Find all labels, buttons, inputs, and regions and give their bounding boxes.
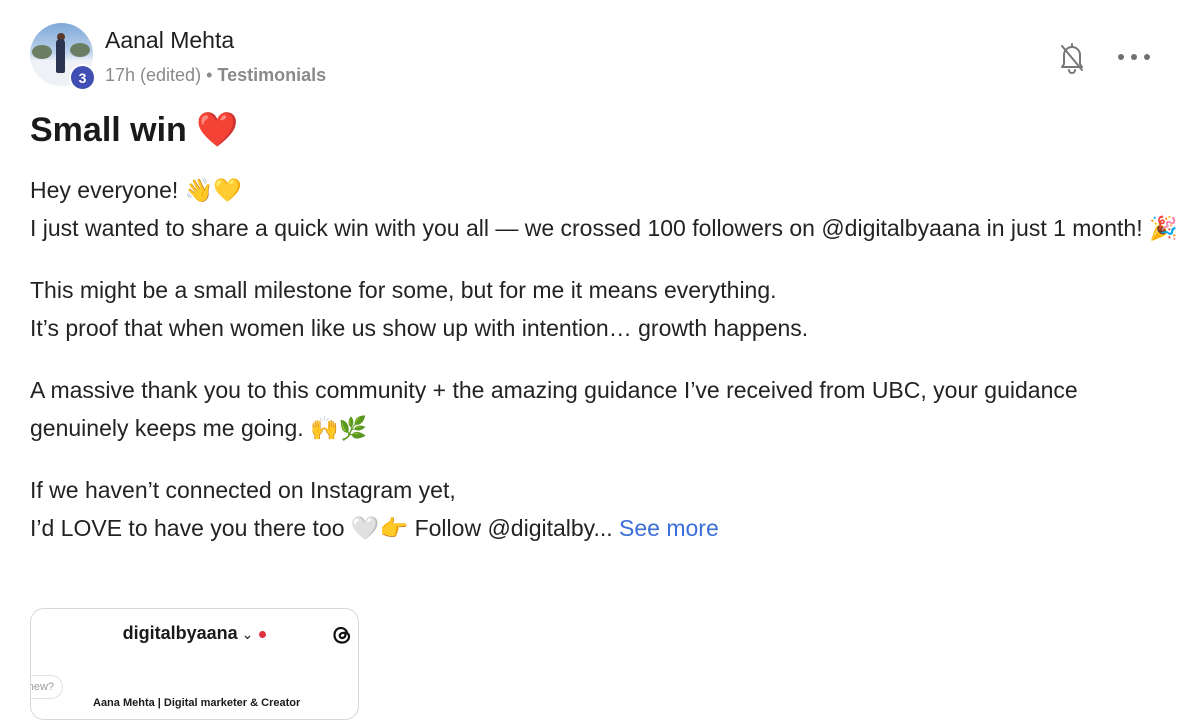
- paragraph-4: If we haven’t connected on Instagram yet…: [30, 471, 1180, 547]
- meta-separator: •: [206, 65, 213, 85]
- author-name[interactable]: Aanal Mehta: [105, 27, 234, 54]
- see-more-link[interactable]: See more: [619, 515, 719, 541]
- paragraph-1: Hey everyone! 👋💛 I just wanted to share …: [30, 171, 1180, 247]
- paragraph-2-line-1: This might be a small milestone for some…: [30, 277, 777, 303]
- notification-dot: [259, 630, 267, 638]
- paragraph-3: A massive thank you to this community + …: [30, 371, 1180, 447]
- avatar-tree: [70, 43, 90, 57]
- ig-handle: digitalbyaana ⌄: [31, 623, 358, 644]
- threads-icon: [330, 623, 354, 647]
- chevron-down-icon: ⌄: [241, 626, 254, 642]
- post-meta: 17h (edited) • Testimonials: [105, 65, 326, 86]
- paragraph-4-line-1: If we haven’t connected on Instagram yet…: [30, 477, 456, 503]
- level-badge: 3: [69, 64, 96, 91]
- more-options-button[interactable]: [1118, 44, 1150, 70]
- attachment-image-card[interactable]: digitalbyaana ⌄ new? Aana Mehta | Digital…: [30, 608, 359, 720]
- avatar-tree: [32, 45, 52, 59]
- paragraph-3-line-1: A massive thank you to this community + …: [30, 377, 1078, 441]
- note-bubble: new?: [31, 675, 63, 699]
- post-time: 17h (edited): [105, 65, 202, 85]
- ig-bio: Aana Mehta | Digital marketer & Creator: [93, 697, 301, 709]
- ig-handle-text: digitalbyaana: [122, 623, 238, 643]
- more-dot: [1144, 54, 1150, 60]
- more-dot: [1118, 54, 1124, 60]
- avatar-person: [56, 39, 65, 73]
- post-body: Hey everyone! 👋💛 I just wanted to share …: [30, 171, 1180, 571]
- paragraph-4-line-2: I’d LOVE to have you there too 🤍👉 Follow…: [30, 515, 613, 541]
- paragraph-1-line-1: Hey everyone! 👋💛: [30, 177, 242, 203]
- paragraph-2-line-2: It’s proof that when women like us show …: [30, 315, 809, 341]
- post-title: Small win ❤️: [30, 111, 239, 149]
- post-category[interactable]: Testimonials: [217, 65, 326, 85]
- bell-off-icon[interactable]: [1056, 40, 1088, 74]
- paragraph-2: This might be a small milestone for some…: [30, 271, 1180, 347]
- paragraph-1-line-2: I just wanted to share a quick win with …: [30, 215, 1178, 241]
- more-dot: [1131, 54, 1137, 60]
